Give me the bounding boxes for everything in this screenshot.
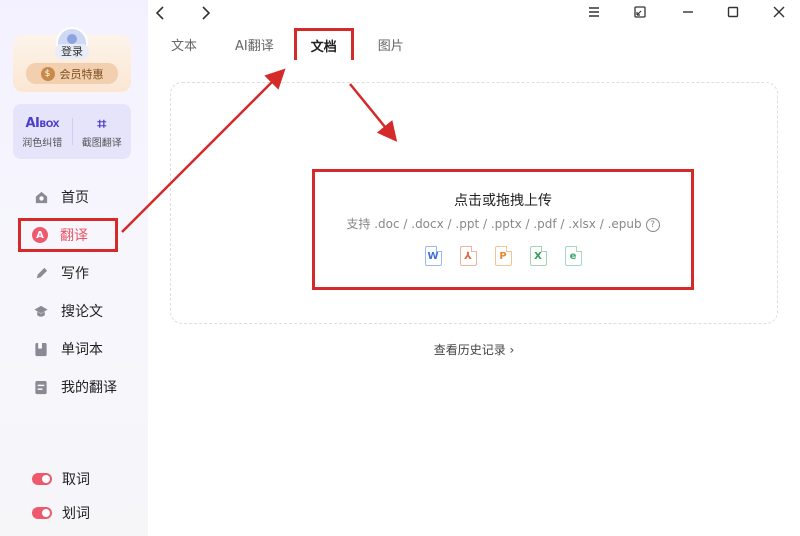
sidebar-item-label: 搜论文 bbox=[61, 304, 103, 320]
word-pick-switch[interactable] bbox=[32, 473, 52, 485]
forward-button[interactable] bbox=[196, 4, 216, 26]
minimize-button[interactable] bbox=[676, 4, 700, 26]
upload-target[interactable]: 点击或拖拽上传 支持 .doc / .docx / .ppt / .pptx /… bbox=[312, 169, 694, 290]
home-icon bbox=[33, 189, 49, 205]
sidebar-item-label: 首页 bbox=[61, 190, 89, 206]
aibox-logo-text: AI bbox=[25, 116, 40, 131]
sidebar-item-my-translations[interactable]: 我的翻译 bbox=[19, 368, 139, 406]
epub-file-icon: e bbox=[564, 246, 582, 266]
tab-ai-translate[interactable]: AI翻译 bbox=[213, 33, 294, 61]
translate-icon: A bbox=[32, 227, 48, 243]
mini-window-icon bbox=[634, 6, 646, 18]
upload-title: 点击或拖拽上传 bbox=[454, 193, 552, 209]
file-type-icons: W ⅄ P X e bbox=[315, 246, 691, 266]
sidebar-item-label: 我的翻译 bbox=[61, 380, 117, 396]
upload-dropzone[interactable]: 点击或拖拽上传 支持 .doc / .docx / .ppt / .pptx /… bbox=[170, 82, 778, 324]
pdf-file-icon: ⅄ bbox=[459, 246, 477, 266]
login-text: 登录 bbox=[55, 44, 89, 59]
supported-formats-text: 支持 .doc / .docx / .ppt / .pptx / .pdf / … bbox=[346, 217, 642, 231]
minimize-icon bbox=[683, 11, 693, 13]
tool-card: AIBOX 润色纠错 ⌗ 截图翻译 bbox=[13, 104, 131, 159]
toggle-group: 取词 划词 bbox=[32, 462, 90, 530]
book-icon bbox=[33, 341, 49, 357]
history-link[interactable]: 查看历史记录 › bbox=[152, 341, 796, 358]
toggle-word-pick[interactable]: 取词 bbox=[32, 462, 90, 496]
tab-text[interactable]: 文本 bbox=[155, 33, 213, 61]
menu-icon bbox=[589, 7, 599, 17]
translate-tabs: 文本 AI翻译 文档 图片 bbox=[155, 28, 428, 66]
chevron-left-icon bbox=[155, 6, 164, 20]
sidebar-item-label: 写作 bbox=[61, 266, 89, 282]
close-button[interactable] bbox=[767, 4, 791, 26]
vip-label: 会员特惠 bbox=[59, 67, 104, 81]
sidebar-item-wordbook[interactable]: 单词本 bbox=[19, 330, 139, 368]
sidebar-item-search-papers[interactable]: 搜论文 bbox=[19, 292, 139, 330]
tab-image[interactable]: 图片 bbox=[354, 33, 428, 61]
crop-icon: ⌗ bbox=[97, 114, 107, 133]
supported-formats: 支持 .doc / .docx / .ppt / .pptx / .pdf / … bbox=[315, 215, 691, 232]
graduation-cap-icon bbox=[33, 303, 49, 319]
toggle-label: 取词 bbox=[62, 472, 90, 488]
back-button[interactable] bbox=[150, 4, 170, 26]
polish-correct-label: 润色纠错 bbox=[22, 138, 63, 149]
ppt-file-icon: P bbox=[494, 246, 512, 266]
screenshot-translate-button[interactable]: ⌗ 截图翻译 bbox=[73, 104, 132, 159]
sidebar-nav: 首页 A 翻译 写作 搜论文 单词本 我的翻译 bbox=[18, 178, 139, 406]
coin-icon: $ bbox=[40, 66, 55, 81]
document-panel: 点击或拖拽上传 支持 .doc / .docx / .ppt / .pptx /… bbox=[152, 60, 796, 536]
sidebar-item-write[interactable]: 写作 bbox=[19, 254, 139, 292]
chevron-right-icon bbox=[202, 6, 211, 20]
sidebar: 登录 $ 会员特惠 AIBOX 润色纠错 ⌗ 截图翻译 首页 A 翻译 写作 搜… bbox=[0, 0, 148, 536]
toggle-select-translate[interactable]: 划词 bbox=[32, 496, 90, 530]
screenshot-translate-label: 截图翻译 bbox=[81, 138, 122, 149]
maximize-icon bbox=[727, 6, 739, 18]
sidebar-item-label: 翻译 bbox=[60, 228, 88, 244]
login-label[interactable]: 登录 bbox=[13, 43, 131, 59]
aibox-icon: AIBOX bbox=[25, 114, 59, 134]
sidebar-item-label: 单词本 bbox=[61, 342, 103, 358]
title-bar bbox=[148, 0, 800, 32]
close-icon bbox=[773, 6, 785, 18]
maximize-button[interactable] bbox=[721, 4, 745, 26]
document-icon bbox=[33, 379, 49, 395]
sidebar-item-translate[interactable]: A 翻译 bbox=[18, 218, 118, 252]
polish-correct-button[interactable]: AIBOX 润色纠错 bbox=[13, 104, 72, 159]
sidebar-item-home[interactable]: 首页 bbox=[19, 178, 139, 216]
toggle-label: 划词 bbox=[62, 506, 90, 522]
excel-file-icon: X bbox=[529, 246, 547, 266]
menu-button[interactable] bbox=[582, 4, 606, 26]
mini-mode-button[interactable] bbox=[628, 4, 652, 26]
vip-offer-button[interactable]: $ 会员特惠 bbox=[26, 63, 118, 84]
help-icon[interactable]: ? bbox=[645, 217, 660, 232]
aibox-logo-suffix: BOX bbox=[39, 120, 60, 130]
pen-icon bbox=[33, 265, 49, 281]
login-card[interactable]: 登录 $ 会员特惠 bbox=[13, 27, 131, 92]
select-translate-switch[interactable] bbox=[32, 507, 52, 519]
word-file-icon: W bbox=[424, 246, 442, 266]
